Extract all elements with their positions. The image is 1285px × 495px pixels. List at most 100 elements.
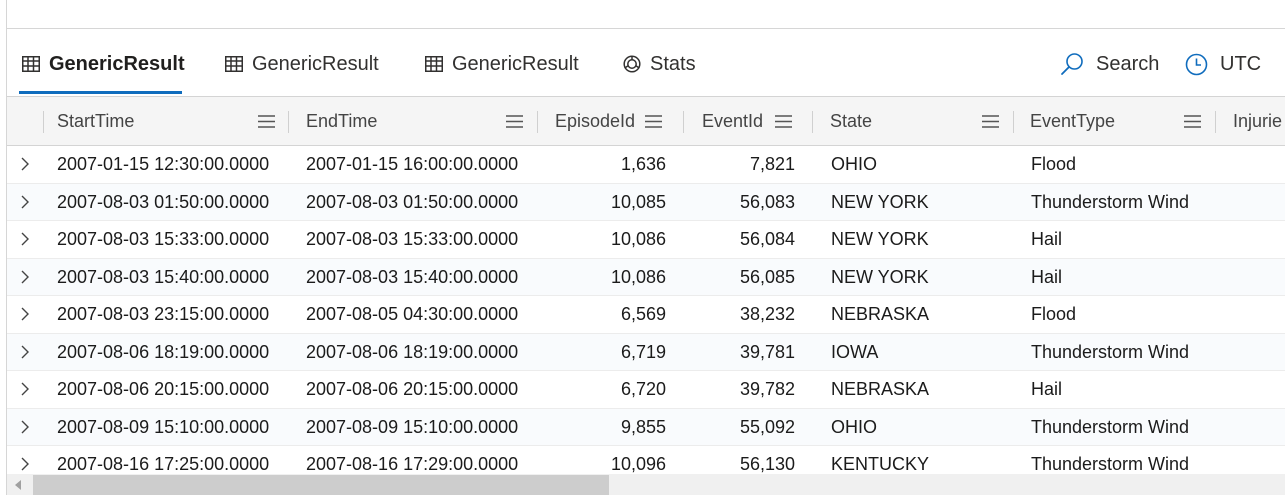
table-row[interactable]: 2007-08-06 20:15:00.0000 2007-08-06 20:1…	[7, 371, 1285, 409]
table-row[interactable]: 2007-08-03 15:40:00.0000 2007-08-03 15:4…	[7, 258, 1285, 296]
column-menu-icon[interactable]	[775, 114, 793, 128]
stats-icon	[623, 55, 641, 73]
cell-state: KENTUCKY	[831, 454, 930, 474]
cell-state: NEBRASKA	[831, 304, 930, 324]
column-menu-icon[interactable]	[506, 114, 523, 128]
column-menu-icon[interactable]	[645, 114, 663, 128]
cell-starttime: 2007-08-06 18:19:00.0000	[57, 341, 270, 362]
tab-genericresult-2[interactable]: GenericResult	[225, 51, 379, 77]
column-header-eventtype[interactable]: EventType	[1014, 97, 1215, 145]
chevron-right-icon[interactable]	[18, 380, 32, 398]
cell-episodeid: 1,636	[620, 154, 666, 174]
cell-eventid: 7,821	[749, 154, 795, 174]
cell-eventid: 56,083	[739, 191, 795, 212]
search-button[interactable]: Search	[1060, 51, 1159, 77]
table-row[interactable]: 2007-08-06 18:19:00.0000 2007-08-06 18:1…	[7, 333, 1285, 371]
cell-eventtype: Hail	[1031, 379, 1063, 399]
cell-endtime: 2007-08-03 15:33:00.0000	[306, 229, 519, 249]
cell-endtime: 2007-08-09 15:10:00.0000	[306, 416, 519, 437]
cell-eventtype: Thunderstorm Wind	[1031, 191, 1190, 212]
cell-episodeid: 10,086	[610, 229, 666, 249]
chevron-right-icon[interactable]	[18, 193, 32, 211]
cell-episodeid: 6,569	[620, 304, 666, 324]
results-panel: GenericResult GenericResult GenericResul…	[0, 0, 1285, 495]
cell-episodeid: 6,719	[620, 341, 666, 362]
column-header-starttime[interactable]: StartTime	[44, 97, 289, 145]
table-row[interactable]: 2007-08-16 17:25:00.0000 2007-08-16 17:2…	[7, 446, 1285, 474]
cell-starttime: 2007-08-16 17:25:00.0000	[57, 454, 270, 474]
chevron-right-icon[interactable]	[18, 343, 32, 361]
cell-eventtype: Thunderstorm Wind	[1031, 416, 1190, 437]
cell-eventid: 38,232	[739, 304, 795, 324]
cell-state: NEW YORK	[831, 266, 929, 287]
table-row[interactable]: 2007-08-09 15:10:00.0000 2007-08-09 15:1…	[7, 408, 1285, 446]
column-header-label: Injurie	[1233, 110, 1283, 131]
column-header-label: EventId	[702, 110, 764, 131]
tab-genericresult-3[interactable]: GenericResult	[425, 51, 579, 77]
chevron-right-icon[interactable]	[18, 155, 32, 173]
chevron-right-icon[interactable]	[18, 305, 32, 323]
table-row[interactable]: 2007-08-03 15:33:00.0000 2007-08-03 15:3…	[7, 221, 1285, 259]
cell-state: NEBRASKA	[831, 379, 930, 399]
cell-episodeid: 10,086	[610, 266, 666, 287]
chevron-right-icon[interactable]	[18, 268, 32, 286]
cell-eventtype: Flood	[1031, 304, 1077, 324]
cell-starttime: 2007-08-03 23:15:00.0000	[57, 304, 270, 324]
table-row[interactable]: 2007-01-15 12:30:00.0000 2007-01-15 16:0…	[7, 146, 1285, 184]
tab-label: Stats	[650, 52, 696, 75]
column-header-label: EventType	[1030, 110, 1116, 131]
column-header-episodeid[interactable]: EpisodeId	[538, 97, 684, 145]
cell-state: NEW YORK	[831, 191, 929, 212]
table-row[interactable]: 2007-08-03 01:50:00.0000 2007-08-03 01:5…	[7, 183, 1285, 221]
table-icon	[22, 56, 40, 72]
cell-eventtype: Hail	[1031, 266, 1063, 287]
top-strip	[7, 0, 1285, 29]
column-header-label: EpisodeId	[555, 110, 636, 131]
cell-endtime: 2007-08-03 01:50:00.0000	[306, 191, 519, 212]
column-menu-icon[interactable]	[982, 114, 999, 128]
cell-eventid: 39,781	[739, 341, 795, 362]
column-menu-icon[interactable]	[258, 114, 275, 128]
cell-endtime: 2007-08-06 20:15:00.0000	[306, 379, 519, 399]
tab-genericresult-1[interactable]: GenericResult	[22, 51, 185, 77]
clock-icon	[1185, 53, 1208, 76]
scrollbar-thumb[interactable]	[33, 475, 609, 495]
cell-eventid: 55,092	[739, 416, 795, 437]
active-tab-indicator	[19, 91, 182, 94]
column-header-eventid[interactable]: EventId	[684, 97, 812, 145]
cell-eventid: 39,782	[739, 379, 795, 399]
table-icon	[225, 56, 243, 72]
grid-rows: 2007-01-15 12:30:00.0000 2007-01-15 16:0…	[7, 146, 1285, 474]
chevron-right-icon[interactable]	[18, 230, 32, 248]
tab-label: GenericResult	[452, 52, 579, 75]
cell-eventtype: Thunderstorm Wind	[1031, 341, 1190, 362]
cell-starttime: 2007-08-03 15:40:00.0000	[57, 266, 270, 287]
cell-endtime: 2007-08-05 04:30:00.0000	[306, 304, 519, 324]
tab-stats[interactable]: Stats	[623, 51, 696, 77]
cell-endtime: 2007-08-03 15:40:00.0000	[306, 266, 519, 287]
column-header-label: State	[830, 110, 873, 131]
column-header-injuries[interactable]: Injurie	[1216, 97, 1285, 145]
cell-eventid: 56,084	[739, 229, 795, 249]
cell-eventtype: Hail	[1031, 229, 1063, 249]
cell-eventid: 56,130	[739, 454, 795, 474]
tab-label: GenericResult	[252, 52, 379, 75]
column-header-label: EndTime	[306, 110, 378, 131]
timezone-button[interactable]: UTC	[1185, 51, 1261, 77]
scroll-left-arrow-icon[interactable]	[12, 478, 24, 492]
cell-state: OHIO	[831, 154, 878, 174]
cell-starttime: 2007-08-03 15:33:00.0000	[57, 229, 270, 249]
cell-eventid: 56,085	[739, 266, 795, 287]
horizontal-scrollbar[interactable]	[7, 474, 1285, 495]
cell-starttime: 2007-08-09 15:10:00.0000	[57, 416, 270, 437]
cell-state: NEW YORK	[831, 229, 929, 249]
chevron-right-icon[interactable]	[18, 418, 32, 436]
table-row[interactable]: 2007-08-03 23:15:00.0000 2007-08-05 04:3…	[7, 296, 1285, 334]
cell-episodeid: 9,855	[620, 416, 666, 437]
chevron-right-icon[interactable]	[18, 455, 32, 473]
cell-episodeid: 10,096	[610, 454, 666, 474]
column-header-state[interactable]: State	[813, 97, 1013, 145]
column-menu-icon[interactable]	[1184, 114, 1201, 128]
column-header-endtime[interactable]: EndTime	[289, 97, 537, 145]
cell-starttime: 2007-08-06 20:15:00.0000	[57, 379, 270, 399]
